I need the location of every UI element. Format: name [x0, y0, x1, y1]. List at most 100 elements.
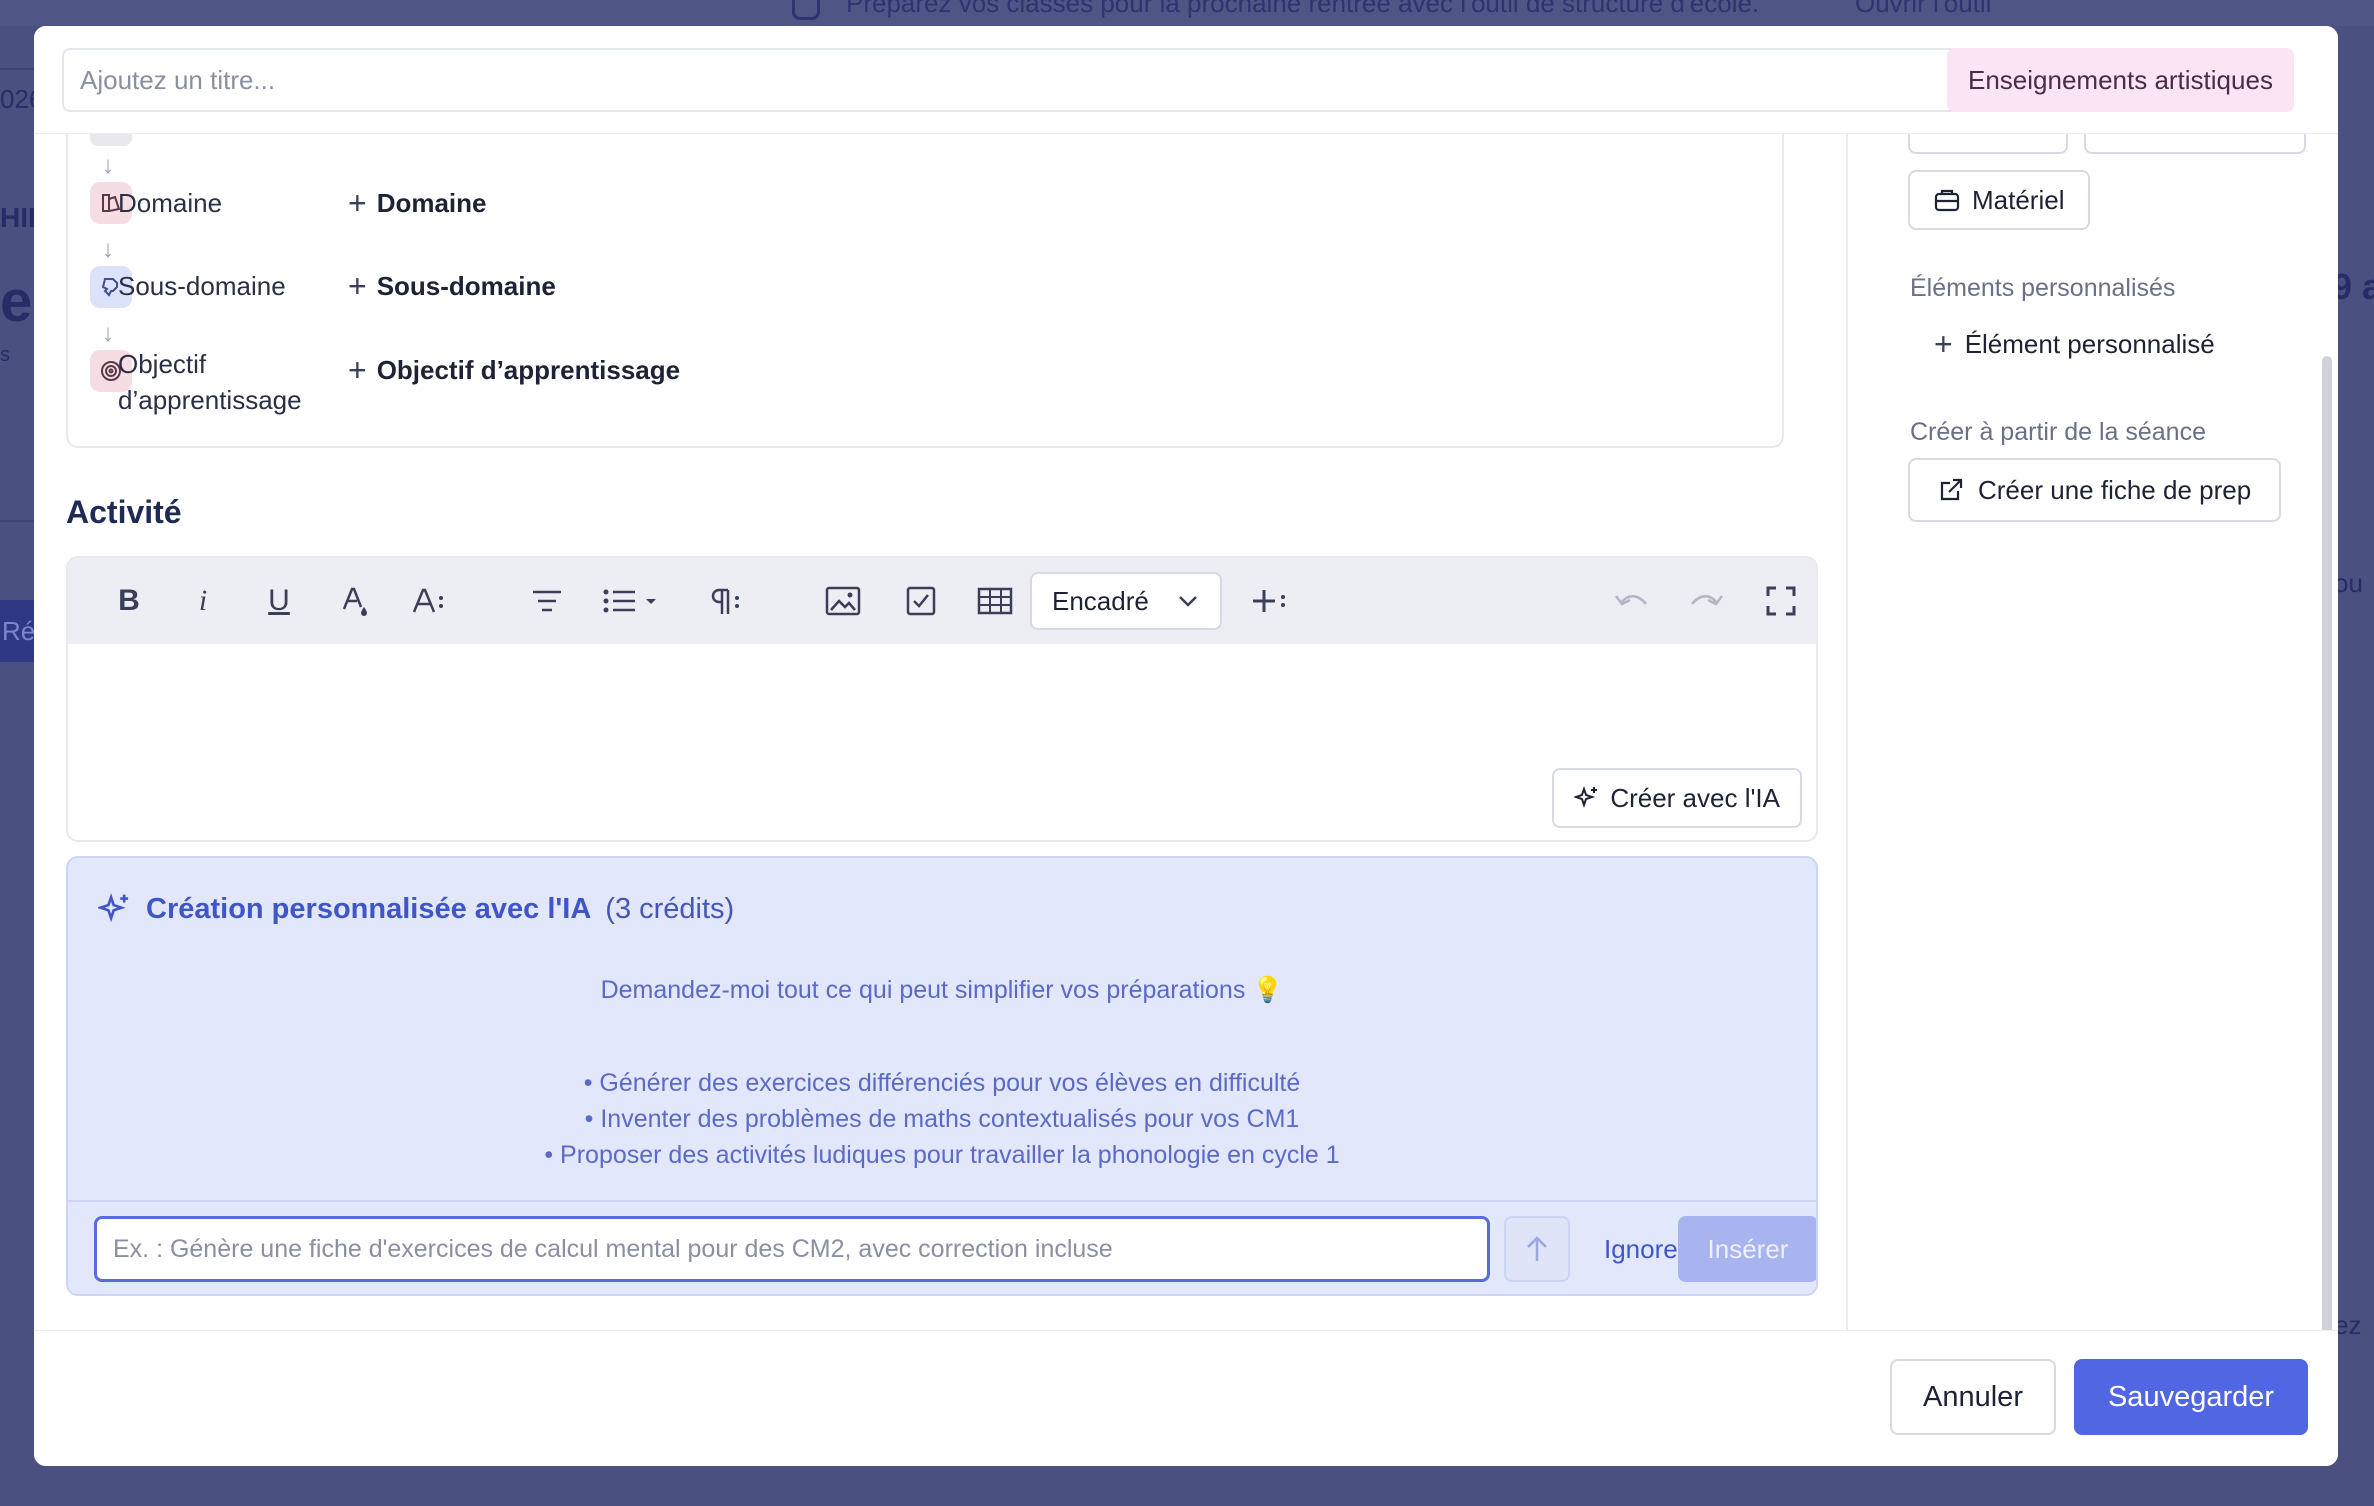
ai-suggestion: • Générer des exercices différenciés pou…: [583, 1069, 1301, 1097]
undo-icon: [1615, 595, 1647, 606]
image-icon: [825, 586, 861, 616]
cancel-button[interactable]: Annuler: [1890, 1359, 2056, 1435]
create-from-session-label: Créer à partir de la séance: [1910, 418, 2206, 446]
title-input[interactable]: [62, 48, 1962, 112]
arrow-down-icon: ↓: [102, 236, 114, 263]
text-color-button[interactable]: [334, 580, 376, 622]
checklist-button[interactable]: [900, 580, 942, 622]
plus-more-icon: [1253, 590, 1285, 612]
activity-section-title: Activité: [66, 494, 182, 530]
save-button[interactable]: Sauvegarder: [2074, 1359, 2308, 1435]
add-objective-button[interactable]: + Objectif d’apprentissage: [348, 352, 680, 388]
checkbox-icon: [906, 586, 936, 616]
plus-icon: +: [348, 268, 367, 304]
arrow-down-icon: ↓: [102, 320, 114, 347]
fullscreen-button[interactable]: [1760, 580, 1802, 622]
scrollbar[interactable]: [2322, 356, 2332, 1356]
plus-icon: +: [348, 352, 367, 388]
add-subdomain-button[interactable]: + Sous-domaine: [348, 268, 556, 304]
ai-credits: (3 crédits): [605, 892, 735, 925]
undo-button[interactable]: [1610, 580, 1652, 622]
curriculum-hierarchy-card: ↓ Domaine + Domaine ↓ Sous-domaine + Sous-…: [66, 134, 1784, 448]
modal-header: Enseignements artistiques: [34, 26, 2338, 134]
main-column: ↓ Domaine + Domaine ↓ Sous-domaine + Sous-…: [34, 134, 1830, 1356]
table-icon: [977, 587, 1013, 615]
category-tag[interactable]: Enseignements artistiques: [1947, 48, 2294, 112]
banner-link: Ouvrir l'outil: [1855, 0, 1992, 18]
bg-divider: [0, 520, 34, 522]
bg-right-fragment: ez: [2334, 1310, 2362, 1340]
send-prompt-button[interactable]: [1504, 1216, 1570, 1282]
ai-creation-panel: Création personnalisée avec l'IA (3 créd…: [66, 856, 1818, 1296]
paragraph-icon: [711, 588, 739, 614]
bullet-list-button[interactable]: [602, 580, 662, 622]
bg-divider: [0, 68, 34, 70]
custom-elements-label: Éléments personnalisés: [1910, 274, 2176, 302]
italic-button[interactable]: i: [182, 580, 224, 622]
hierarchy-label: Domaine: [118, 188, 223, 218]
add-custom-element-label: Élément personnalisé: [1964, 329, 2215, 359]
create-with-ai-button[interactable]: Créer avec l'IA: [1552, 768, 1802, 828]
font-size-button[interactable]: [408, 580, 450, 622]
external-link-icon: [1940, 478, 1963, 501]
bg-right-fragment: 9 a: [2332, 266, 2374, 307]
briefcase-icon: [1934, 189, 1960, 212]
redo-icon: [1691, 595, 1723, 606]
add-custom-element-button[interactable]: + Élément personnalisé: [1934, 326, 2215, 363]
underline-button[interactable]: U: [258, 580, 300, 622]
sidebar: Matériel Éléments personnalisés + Élémen…: [1846, 134, 2318, 1356]
activity-editor: B i U Encadré Créer avec l'IA: [66, 556, 1818, 842]
modal-footer: Annuler Sauvegarder: [34, 1330, 2338, 1466]
ai-prompt-input[interactable]: [94, 1216, 1490, 1282]
ai-panel-heading: Création personnalisée avec l'IA: [146, 892, 592, 925]
insert-image-button[interactable]: [822, 580, 864, 622]
hierarchy-label: Objectif d’apprentissage: [118, 349, 302, 415]
redo-button[interactable]: [1686, 580, 1728, 622]
add-label: Domaine: [376, 188, 487, 218]
partial-button[interactable]: [2084, 134, 2306, 154]
underline-icon: U: [268, 584, 290, 617]
create-with-ai-label: Créer avec l'IA: [1610, 782, 1780, 813]
dropdown-value: Encadré: [1052, 585, 1149, 616]
fullscreen-icon: [1766, 586, 1796, 616]
block-style-dropdown[interactable]: Encadré: [1030, 572, 1222, 630]
announcement-banner: Préparez vos classes pour la prochaine r…: [0, 0, 2374, 26]
material-label: Matériel: [1972, 184, 2065, 215]
add-domain-button[interactable]: + Domaine: [348, 185, 487, 221]
bg-right-fragment: ou: [2334, 568, 2363, 598]
bg-button: Ré: [0, 600, 36, 662]
align-button[interactable]: [526, 580, 568, 622]
ai-suggestion: • Inventer des problèmes de maths contex…: [584, 1105, 1300, 1133]
create-prep-sheet-button[interactable]: Créer une fiche de prep: [1908, 458, 2282, 522]
insert-table-button[interactable]: [974, 580, 1016, 622]
partial-button[interactable]: [1908, 134, 2068, 154]
arrow-down-icon: ↓: [102, 152, 114, 179]
banner-text: Préparez vos classes pour la prochaine r…: [846, 0, 1760, 18]
bg-button-fragment: Ré: [2, 616, 36, 646]
paragraph-button[interactable]: [704, 580, 746, 622]
arrow-up-icon: [1527, 1236, 1547, 1261]
sparkles-icon: [98, 893, 129, 923]
editor-toolbar: B i U Encadré: [68, 558, 1816, 644]
lightbulb-icon: [792, 0, 820, 20]
bg-title-fragment: e: [0, 269, 33, 334]
bg-small-fragment: s: [0, 344, 10, 366]
align-icon: [533, 590, 561, 612]
create-prep-sheet-label: Créer une fiche de prep: [1978, 474, 2252, 505]
ai-panel-title: Création personnalisée avec l'IA (3 créd…: [98, 892, 734, 926]
bold-button[interactable]: B: [108, 580, 150, 622]
plus-icon: +: [1934, 326, 1953, 362]
text-color-icon: [342, 587, 367, 616]
ai-intro: Demandez-moi tout ce qui peut simplifier…: [600, 976, 1284, 1004]
session-editor-modal: Enseignements artistiques ↓ Domaine + Dom…: [34, 26, 2338, 1466]
plus-icon: +: [348, 185, 367, 221]
insert-more-button[interactable]: [1248, 580, 1290, 622]
insert-button[interactable]: Insérer: [1678, 1216, 1816, 1282]
add-label: Objectif d’apprentissage: [376, 355, 681, 385]
chevron-down-icon: [1179, 596, 1197, 607]
list-icon: [603, 589, 656, 613]
hierarchy-icon: [90, 134, 132, 146]
add-label: Sous-domaine: [376, 271, 556, 301]
material-button[interactable]: Matériel: [1908, 170, 2091, 230]
sparkles-icon: [1574, 785, 1598, 809]
